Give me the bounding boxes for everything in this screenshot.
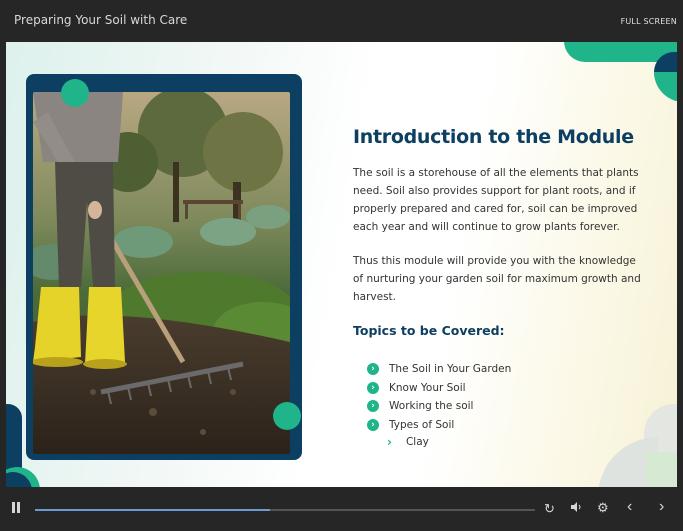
previous-slide-button[interactable]: ‹ <box>627 498 632 516</box>
fullscreen-button[interactable]: FULL SCREEN <box>621 17 677 26</box>
topic-label: Types of Soil <box>389 418 455 431</box>
decorative-shape <box>654 72 677 102</box>
gardener-raking-soil-image <box>33 92 290 454</box>
progress-fill <box>35 509 270 511</box>
pause-icon <box>12 502 15 513</box>
player-controls: ↻ ⚙ ‹ › <box>0 487 683 531</box>
slide-heading: Introduction to the Module <box>353 126 634 148</box>
topic-label: Working the soil <box>389 400 474 413</box>
topic-item[interactable]: › Know Your Soil <box>367 379 511 398</box>
gear-icon[interactable]: ⚙ <box>597 500 609 516</box>
chevron-right-icon: › <box>367 363 379 376</box>
replay-icon[interactable]: ↻ <box>544 501 555 517</box>
next-slide-button[interactable]: › <box>659 498 664 516</box>
pause-icon <box>17 502 20 513</box>
topic-label: Know Your Soil <box>389 381 466 394</box>
course-title: Preparing Your Soil with Care <box>14 13 188 27</box>
subtopic-item[interactable]: › Clay <box>387 435 429 449</box>
topic-item[interactable]: › Working the soil <box>367 397 511 416</box>
subtopic-label: Clay <box>405 436 429 448</box>
chevron-right-icon: › <box>367 418 379 431</box>
volume-icon[interactable] <box>570 501 582 516</box>
module-paragraph: Thus this module will provide you with t… <box>353 255 641 303</box>
chevron-right-icon: › <box>367 381 379 394</box>
chevron-right-icon: › <box>387 435 392 449</box>
topic-item[interactable]: › Types of Soil <box>367 416 511 435</box>
progress-bar[interactable] <box>35 509 535 511</box>
top-bar: Preparing Your Soil with Care FULL SCREE… <box>0 0 683 42</box>
decorative-dot <box>273 402 301 430</box>
topics-heading: Topics to be Covered: <box>353 323 505 338</box>
slide-canvas: Introduction to the Module The soil is a… <box>6 42 677 487</box>
pause-button[interactable] <box>11 502 23 514</box>
topic-item[interactable]: › The Soil in Your Garden <box>367 360 511 379</box>
decorative-shape <box>646 452 677 487</box>
intro-paragraph: The soil is a storehouse of all the elem… <box>353 167 639 233</box>
chevron-right-icon: › <box>367 400 379 413</box>
topic-label: The Soil in Your Garden <box>389 363 512 376</box>
topics-list: › The Soil in Your Garden › Know Your So… <box>367 360 511 434</box>
decorative-dot <box>61 79 89 107</box>
